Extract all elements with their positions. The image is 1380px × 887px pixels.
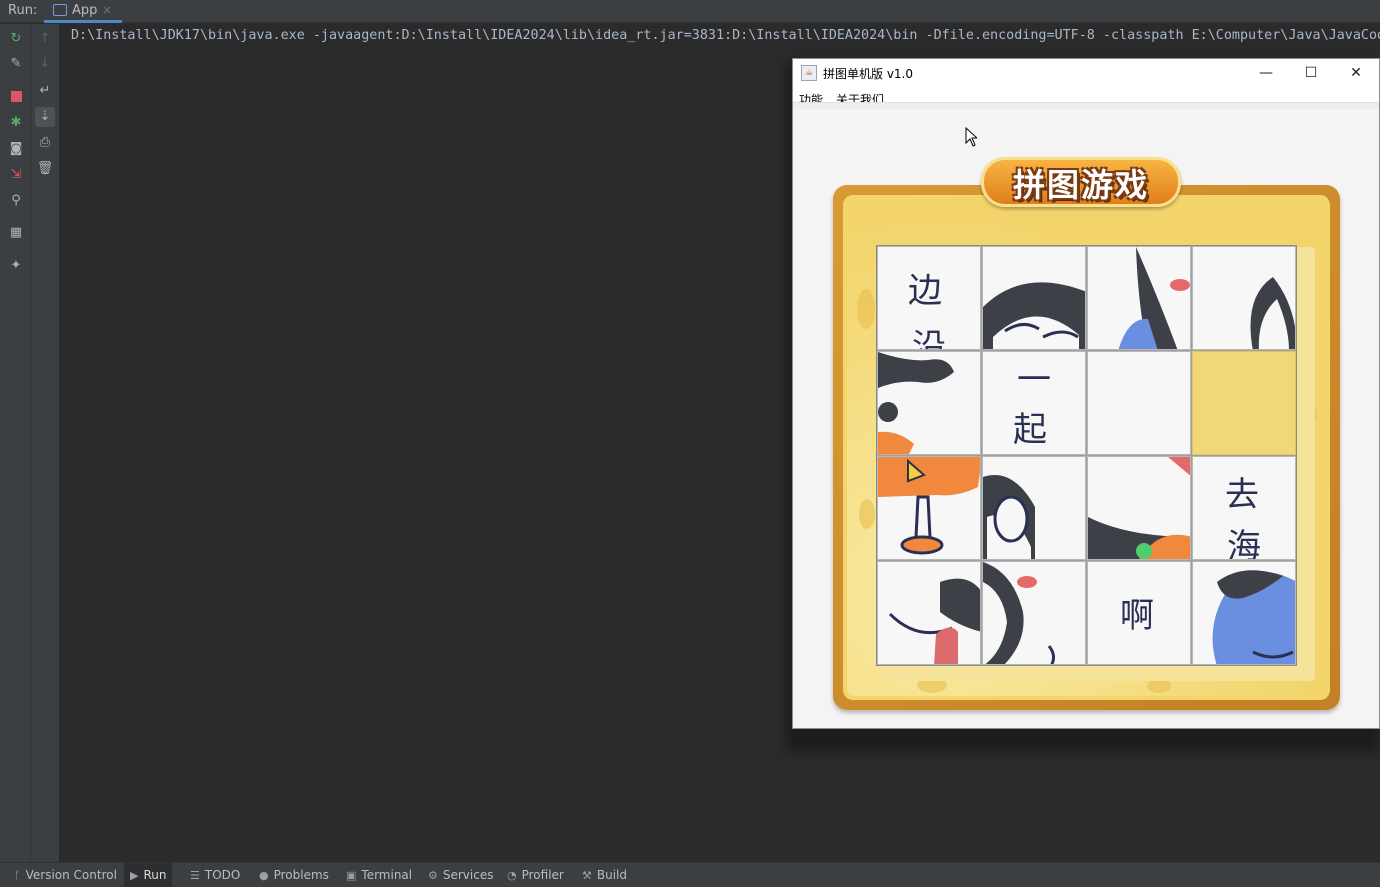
tab-label: Problems xyxy=(273,868,329,882)
tab-problems[interactable]: ● Problems xyxy=(253,863,335,887)
close-button[interactable]: ✕ xyxy=(1333,59,1379,88)
pin-icon[interactable]: ✦ xyxy=(6,256,26,276)
exit-icon[interactable]: ⇲ xyxy=(6,165,26,185)
tile-art xyxy=(888,578,980,664)
tab-label: Services xyxy=(442,868,494,882)
tab-label: Profiler xyxy=(521,868,564,882)
frame-decoration xyxy=(1147,679,1171,693)
banner-title: 拼图游戏 xyxy=(1012,166,1149,204)
tab-label: Run xyxy=(143,868,167,882)
run-toolbar-secondary: ↑ ↓ ↵ ⇣ ⎙ 🗑 xyxy=(31,24,60,862)
run-tool-window-header: Run: App × xyxy=(0,0,1380,23)
puzzle-tile-10[interactable] xyxy=(982,456,1086,560)
game-content: 拼图游戏 边 沿 一 起 去 海 啊 xyxy=(793,109,1379,728)
tab-profiler[interactable]: ◔ Profiler xyxy=(501,863,570,887)
wrench-icon[interactable]: ✎ xyxy=(6,54,26,74)
arrow-down-icon[interactable]: ↓ xyxy=(35,54,55,74)
terminal-icon: ▣ xyxy=(346,869,357,882)
print-icon[interactable]: ⎙ xyxy=(35,133,55,153)
tab-app[interactable]: App × xyxy=(44,0,122,23)
puzzle-tile-6[interactable]: 一 起 xyxy=(982,351,1086,455)
tile-art xyxy=(878,457,980,555)
tile-art xyxy=(983,282,1085,349)
tile-text: 沿 xyxy=(912,327,946,350)
puzzle-tile-5[interactable] xyxy=(877,351,981,455)
frame-decoration xyxy=(859,499,875,529)
branch-icon: ᚴ xyxy=(14,869,21,882)
camera-icon[interactable]: ◙ xyxy=(6,139,26,159)
game-title-banner: 拼图游戏 xyxy=(981,145,1181,211)
run-icon: ▶ xyxy=(130,869,139,882)
tile-art xyxy=(1250,277,1295,349)
soft-wrap-icon[interactable]: ↵ xyxy=(35,81,55,101)
puzzle-tile-7[interactable] xyxy=(1087,351,1191,455)
tab-run[interactable]: ▶ Run xyxy=(124,863,173,887)
scroll-to-end-icon[interactable]: ⇣ xyxy=(35,107,55,127)
tile-text: 去 xyxy=(1225,475,1259,515)
tab-version-control[interactable]: ᚴ Version Control xyxy=(8,863,123,887)
tab-label: TODO xyxy=(204,868,241,882)
puzzle-tile-13[interactable] xyxy=(877,561,981,665)
tab-label: Terminal xyxy=(361,868,413,882)
puzzle-tile-15[interactable]: 啊 xyxy=(1087,561,1191,665)
menu-separator xyxy=(793,102,1379,109)
tile-text: 啊 xyxy=(1120,596,1154,636)
console-command-line: D:\Install\JDK17\bin\java.exe -javaagent… xyxy=(71,28,1380,43)
problems-icon: ● xyxy=(259,869,269,882)
window-titlebar[interactable]: ☕ 拼图单机版 v1.0 — ☐ ✕ xyxy=(793,59,1379,88)
tile-art xyxy=(1118,247,1190,349)
tab-app-label: App xyxy=(72,3,98,18)
close-tab-icon[interactable]: × xyxy=(102,3,112,17)
trash-icon[interactable]: 🗑 xyxy=(35,159,55,179)
hammer-icon: ⚒ xyxy=(582,869,592,882)
tile-text: 海 xyxy=(1227,527,1261,560)
search-icon[interactable]: ⚲ xyxy=(6,191,26,211)
tab-build[interactable]: ⚒ Build xyxy=(576,863,633,887)
tile-art xyxy=(1088,457,1190,559)
rerun-icon[interactable]: ↻ xyxy=(6,29,26,49)
puzzle-game-window[interactable]: ☕ 拼图单机版 v1.0 — ☐ ✕ 功能 关于我们 拼图游戏 边 沿 一 起 … xyxy=(792,58,1380,729)
tile-text: 一 xyxy=(1017,360,1051,400)
tile-art xyxy=(983,475,1035,559)
tile-art xyxy=(878,352,954,454)
tab-services[interactable]: ⚙ Services xyxy=(422,863,499,887)
stop-icon[interactable] xyxy=(6,86,26,106)
profiler-icon: ◔ xyxy=(507,869,517,882)
puzzle-tile-12[interactable]: 去 海 xyxy=(1192,456,1296,560)
tab-todo[interactable]: ☰ TODO xyxy=(184,863,246,887)
puzzle-tile-2[interactable] xyxy=(982,246,1086,350)
java-icon: ☕ xyxy=(801,65,817,81)
puzzle-tile-1[interactable]: 边 沿 xyxy=(877,246,981,350)
puzzle-tile-11[interactable] xyxy=(1087,456,1191,560)
mouse-cursor-icon xyxy=(965,127,977,147)
frame-decoration xyxy=(857,289,875,329)
application-icon xyxy=(53,4,67,16)
run-label: Run: xyxy=(8,3,38,18)
tile-text: 边 xyxy=(908,271,942,311)
window-title: 拼图单机版 v1.0 xyxy=(823,67,914,81)
bottom-tool-window-bar: ᚴ Version Control ▶ Run ☰ TODO ● Problems ▣ T… xyxy=(0,862,1380,887)
puzzle-tile-14[interactable] xyxy=(982,561,1086,665)
arrow-up-icon[interactable]: ↑ xyxy=(35,29,55,49)
tile-art xyxy=(983,562,1056,664)
puzzle-empty-slot[interactable] xyxy=(1192,351,1296,455)
puzzle-grid[interactable]: 边 沿 一 起 去 海 啊 xyxy=(876,245,1297,666)
list-icon: ☰ xyxy=(190,869,200,882)
puzzle-tile-4[interactable] xyxy=(1192,246,1296,350)
debug-icon[interactable]: ✱ xyxy=(6,113,26,133)
puzzle-tile-16[interactable] xyxy=(1192,561,1296,665)
minimize-button[interactable]: — xyxy=(1243,59,1289,88)
tile-art xyxy=(1212,570,1295,664)
tile-text: 起 xyxy=(1013,410,1047,450)
puzzle-tile-3[interactable] xyxy=(1087,246,1191,350)
tab-terminal[interactable]: ▣ Terminal xyxy=(340,863,418,887)
tab-label: Version Control xyxy=(25,868,117,882)
layout-icon[interactable]: ▦ xyxy=(6,223,26,243)
tab-label: Build xyxy=(596,868,627,882)
run-toolbar-primary: ↻ ✎ ✱ ◙ ⇲ ⚲ ▦ ✦ xyxy=(0,24,31,862)
puzzle-tile-9[interactable] xyxy=(877,456,981,560)
maximize-button[interactable]: ☐ xyxy=(1288,59,1334,88)
services-icon: ⚙ xyxy=(428,869,438,882)
